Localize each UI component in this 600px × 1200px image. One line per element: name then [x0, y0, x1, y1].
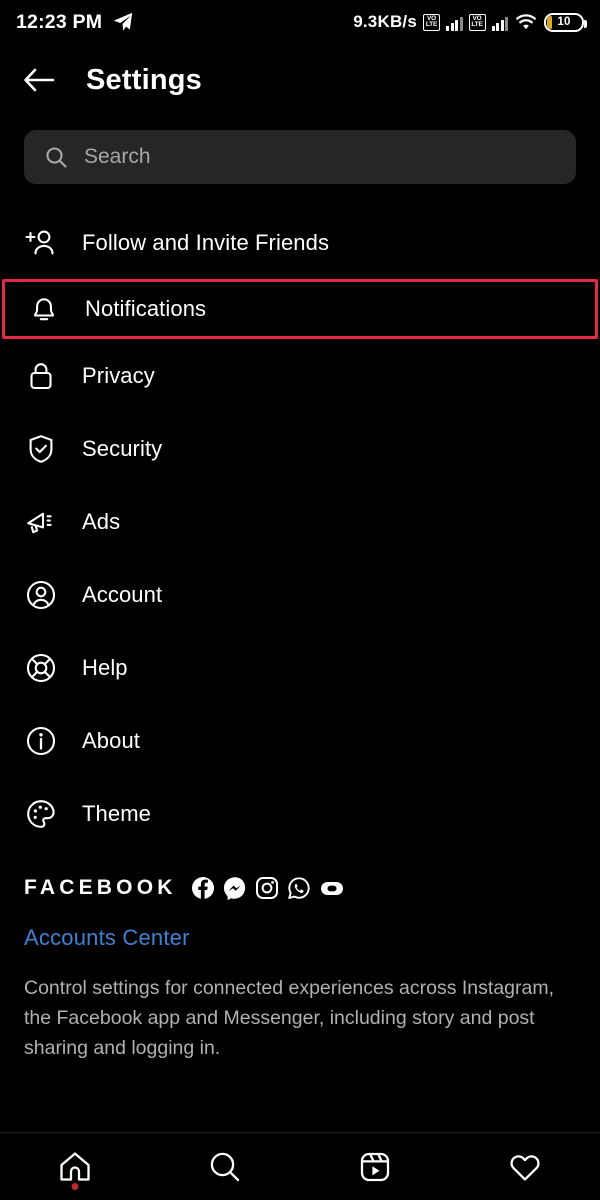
instagram-settings-screen: 12:23 PM 9.3KB/s VO LTE VO LTE 10 Settin… [0, 0, 600, 1200]
status-bar-clock: 12:23 PM [16, 10, 103, 33]
settings-list: Follow and Invite Friends Notifications … [0, 184, 600, 850]
status-bar-left: 12:23 PM [16, 11, 134, 34]
palette-icon [24, 797, 58, 831]
settings-item-label: Notifications [85, 296, 207, 321]
info-circle-icon [24, 724, 58, 758]
lock-icon [24, 359, 58, 393]
person-circle-icon [24, 578, 58, 612]
page-title: Settings [86, 63, 202, 96]
telegram-send-icon [112, 11, 134, 33]
portal-icon [319, 878, 345, 898]
settings-item-about[interactable]: About [0, 704, 600, 777]
facebook-header: FACEBOOK [24, 876, 576, 900]
status-bar-right: 9.3KB/s VO LTE VO LTE 10 [353, 12, 587, 32]
network-speed-text: 9.3KB/s [353, 12, 417, 31]
megaphone-icon [24, 505, 58, 539]
accounts-center-link[interactable]: Accounts Center [24, 925, 576, 951]
search-icon [207, 1149, 243, 1185]
signal-bars-sim1-icon [446, 14, 463, 31]
life-ring-icon [24, 651, 58, 685]
status-bar: 12:23 PM 9.3KB/s VO LTE VO LTE 10 [0, 0, 600, 44]
whatsapp-icon [287, 876, 311, 900]
facebook-icon [191, 876, 215, 900]
wifi-icon [514, 12, 538, 32]
home-notification-badge [71, 1183, 79, 1190]
settings-item-label: About [82, 727, 140, 753]
battery-indicator: 10 [544, 12, 587, 32]
settings-item-label: Theme [82, 800, 151, 826]
search-placeholder: Search [84, 145, 151, 168]
nav-item-activity[interactable] [450, 1133, 600, 1200]
nav-item-home[interactable] [0, 1133, 150, 1200]
person-add-icon [24, 226, 58, 260]
home-icon [57, 1149, 93, 1185]
app-header: Settings [0, 44, 600, 116]
search-icon [44, 145, 68, 169]
settings-item-notifications[interactable]: Notifications [2, 279, 598, 339]
volte-signal-icon: VO LTE [423, 13, 440, 31]
settings-item-follow-and-invite-friends[interactable]: Follow and Invite Friends [0, 206, 600, 279]
bottom-navigation-bar [0, 1132, 600, 1200]
settings-item-help[interactable]: Help [0, 631, 600, 704]
settings-item-label: Security [82, 435, 163, 461]
facebook-section-description: Control settings for connected experienc… [24, 977, 555, 1059]
messenger-icon [223, 876, 247, 900]
instagram-icon [255, 876, 279, 900]
signal-bars-sim2-icon [491, 14, 508, 31]
back-arrow-icon[interactable] [22, 63, 56, 97]
reels-icon [357, 1149, 393, 1185]
settings-item-theme[interactable]: Theme [0, 777, 600, 850]
heart-icon [507, 1149, 543, 1185]
volte-signal-icon: VO LTE [468, 13, 486, 31]
search-input[interactable]: Search [24, 130, 576, 184]
nav-item-search[interactable] [150, 1133, 300, 1200]
settings-item-label: Follow and Invite Friends [82, 229, 330, 255]
facebook-wordmark: FACEBOOK [24, 876, 177, 899]
settings-item-label: Privacy [82, 362, 155, 388]
settings-item-label: Help [82, 654, 128, 680]
facebook-section: FACEBOOK Accounts Center Control setting… [0, 850, 600, 1063]
search-section: Search [0, 116, 600, 184]
facebook-brand-icons [191, 876, 345, 900]
nav-item-reels[interactable] [300, 1133, 450, 1200]
bell-icon [27, 292, 61, 326]
shield-check-icon [24, 432, 58, 466]
settings-item-label: Ads [82, 508, 121, 534]
settings-item-privacy[interactable]: Privacy [0, 339, 600, 412]
settings-item-ads[interactable]: Ads [0, 485, 600, 558]
settings-item-account[interactable]: Account [0, 558, 600, 631]
settings-item-security[interactable]: Security [0, 412, 600, 485]
settings-item-label: Account [82, 581, 163, 607]
